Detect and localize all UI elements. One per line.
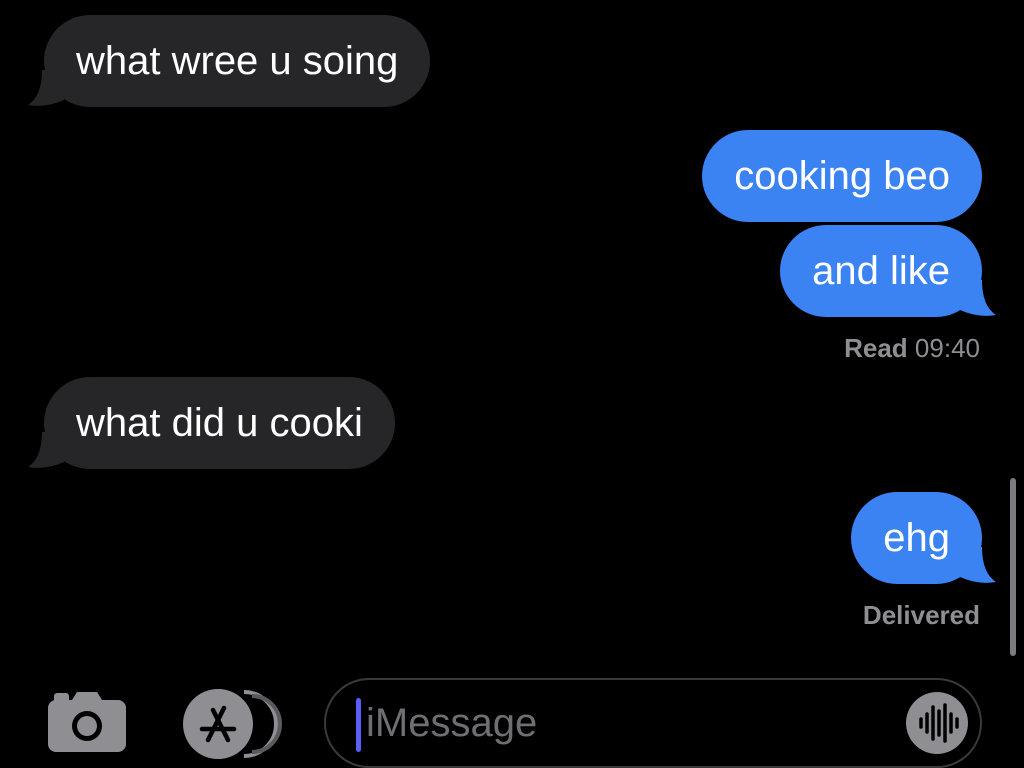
delivered-receipt: Delivered bbox=[863, 600, 980, 631]
incoming-message[interactable]: what wree u soing bbox=[44, 15, 431, 107]
incoming-message[interactable]: what did u cooki bbox=[44, 377, 395, 469]
message-thread[interactable]: what wree u soing cooking beo and like R… bbox=[0, 0, 1024, 670]
app-store-icon bbox=[183, 689, 282, 759]
outgoing-message[interactable]: ehg bbox=[851, 492, 982, 584]
app-store-button[interactable] bbox=[182, 688, 282, 760]
delivered-status: Delivered bbox=[862, 600, 980, 630]
audio-waveform-icon bbox=[919, 703, 959, 743]
outgoing-message[interactable]: cooking beo bbox=[702, 130, 982, 222]
message-input[interactable]: iMessage bbox=[324, 678, 982, 768]
read-time: 09:40 bbox=[914, 333, 980, 363]
text-cursor bbox=[356, 698, 361, 752]
camera-button[interactable] bbox=[46, 690, 128, 754]
message-input-placeholder: iMessage bbox=[366, 701, 538, 745]
camera-icon bbox=[48, 692, 126, 752]
read-receipt: Read 09:40 bbox=[844, 333, 980, 364]
read-status: Read bbox=[844, 333, 908, 363]
audio-message-button[interactable] bbox=[906, 692, 968, 754]
outgoing-message[interactable]: and like bbox=[780, 225, 982, 317]
scrollbar[interactable] bbox=[1010, 478, 1016, 656]
